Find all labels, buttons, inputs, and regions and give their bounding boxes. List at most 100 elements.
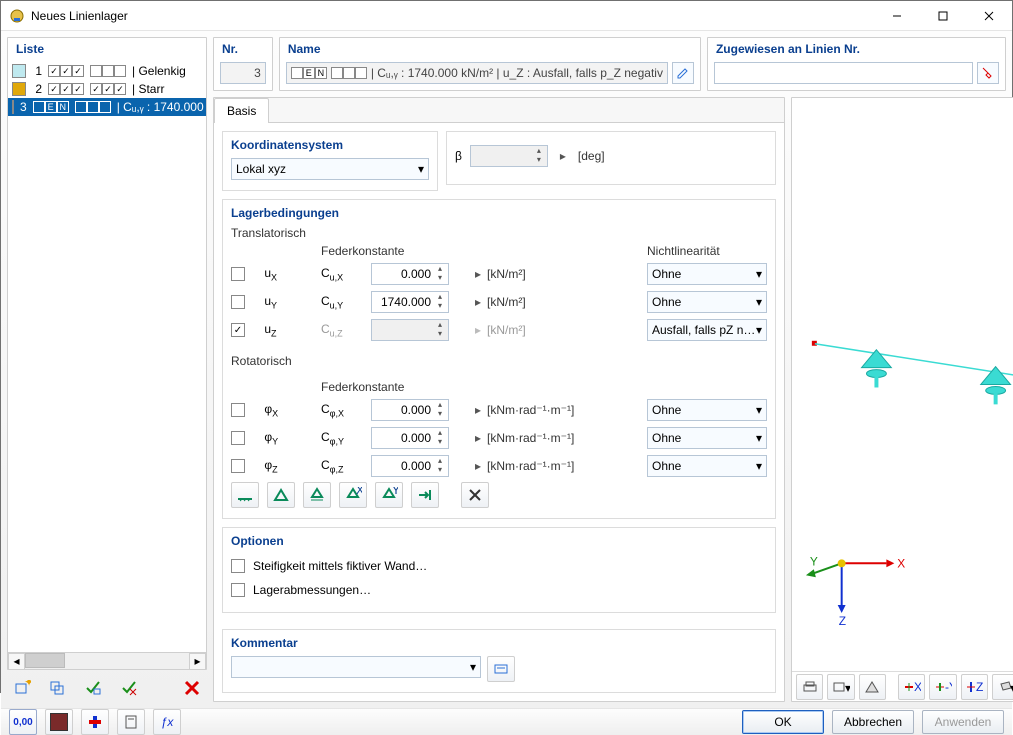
preset-clear-button[interactable]: [461, 482, 489, 508]
pick-lines-button[interactable]: [977, 62, 999, 84]
scroll-left-icon[interactable]: ◂: [8, 653, 25, 670]
nl-uy-select[interactable]: Ohne▾: [647, 291, 767, 313]
color-swatch: [12, 64, 26, 78]
cancel-button[interactable]: Abbrechen: [832, 710, 914, 734]
color-swatch: [12, 82, 26, 96]
cphix-spinner[interactable]: 0.000▴▾: [371, 399, 449, 421]
name-edit-button[interactable]: [672, 62, 694, 84]
svg-text:Y: Y: [810, 554, 818, 568]
svg-text:X: X: [897, 556, 905, 570]
nr-field[interactable]: 3: [220, 62, 266, 84]
nl-ux-select[interactable]: Ohne▾: [647, 263, 767, 285]
view-menu-button[interactable]: ▾: [827, 674, 854, 700]
phiy-checkbox[interactable]: [231, 431, 245, 445]
fx-button[interactable]: ƒx: [153, 709, 181, 735]
preset-pinned-button[interactable]: [267, 482, 295, 508]
goto-icon[interactable]: ▸: [471, 431, 485, 445]
preset-roller-y-button[interactable]: Y: [375, 482, 403, 508]
nr-panel: Nr. 3: [213, 37, 273, 91]
comment-pick-button[interactable]: [487, 656, 515, 682]
opt-fictwall-checkbox[interactable]: [231, 559, 245, 573]
cphiy-spinner[interactable]: 0.000▴▾: [371, 427, 449, 449]
form-panel: Basis Koordinatensystem Lokal xyz▾: [213, 97, 785, 702]
list-item-selected[interactable]: 3 EN | Cᵤ,ᵧ : 1740.000 kN: [8, 98, 206, 116]
assigned-panel: Zugewiesen an Linien Nr.: [707, 37, 1006, 91]
check-include-button[interactable]: [81, 676, 107, 700]
axis-z-button[interactable]: Z: [961, 674, 988, 700]
support-presets: X Y: [231, 478, 767, 508]
shade-button[interactable]: [859, 674, 886, 700]
print-preview-button[interactable]: [796, 674, 823, 700]
minimize-button[interactable]: [874, 1, 920, 31]
uy-checkbox[interactable]: [231, 295, 245, 309]
iso-view-button[interactable]: ▾: [992, 674, 1013, 700]
goto-icon[interactable]: ▸: [471, 403, 485, 417]
list-panel: Liste 1 ✓✓✓ | Gelenkig 2 ✓✓✓: [7, 37, 207, 670]
phiz-checkbox[interactable]: [231, 459, 245, 473]
color-button[interactable]: [45, 709, 73, 735]
assigned-field[interactable]: [714, 62, 973, 84]
units-button[interactable]: 0,00: [9, 709, 37, 735]
preset-roller-button[interactable]: [303, 482, 331, 508]
window-title: Neues Linienlager: [31, 9, 874, 23]
svg-text:▾: ▾: [845, 681, 850, 694]
check-exclude-button[interactable]: [117, 676, 143, 700]
scroll-right-icon[interactable]: ▸: [189, 653, 206, 670]
svg-text:Z: Z: [839, 614, 846, 628]
list-toolbar: ✦: [7, 670, 207, 702]
opt-dimensions-checkbox[interactable]: [231, 583, 245, 597]
titlebar: Neues Linienlager: [1, 1, 1012, 31]
goto-icon[interactable]: ▸: [471, 459, 485, 473]
list-hscroll[interactable]: ◂ ▸: [8, 652, 206, 669]
close-button[interactable]: [966, 1, 1012, 31]
list-item[interactable]: 2 ✓✓✓ ✓✓✓ | Starr: [8, 80, 206, 98]
apply-button: Anwenden: [922, 710, 1004, 734]
cphiz-spinner[interactable]: 0.000▴▾: [371, 455, 449, 477]
ux-checkbox[interactable]: [231, 267, 245, 281]
goto-icon[interactable]: ▸: [556, 149, 570, 163]
ok-button[interactable]: OK: [742, 710, 824, 734]
coord-system-select[interactable]: Lokal xyz▾: [231, 158, 429, 180]
new-item-button[interactable]: ✦: [9, 676, 35, 700]
comment-combo[interactable]: ▾: [231, 656, 481, 678]
maximize-button[interactable]: [920, 1, 966, 31]
info-button[interactable]: [81, 709, 109, 735]
uz-checkbox[interactable]: ✓: [231, 323, 245, 337]
svg-text:Z: Z: [976, 680, 983, 694]
nl-uz-select[interactable]: Ausfall, falls pZ n…▾: [647, 319, 767, 341]
nl-phix-select[interactable]: Ohne▾: [647, 399, 767, 421]
svg-text:✦: ✦: [24, 680, 31, 689]
support-graphic: [812, 341, 1013, 405]
nl-phiz-select[interactable]: Ohne▾: [647, 455, 767, 477]
tab-basis[interactable]: Basis: [214, 98, 269, 123]
svg-text:▾: ▾: [1010, 681, 1013, 694]
cuy-spinner[interactable]: 1740.000▴▾: [371, 291, 449, 313]
svg-text:-Y: -Y: [945, 680, 952, 694]
axis-y-button[interactable]: -Y: [929, 674, 956, 700]
preset-roller-x-button[interactable]: X: [339, 482, 367, 508]
name-panel: Name EN | Cᵤ,ᵧ : 1740.000 kN/m² | u_Z : …: [279, 37, 701, 91]
goto-icon[interactable]: ▸: [471, 267, 485, 281]
goto-icon: ▸: [471, 323, 485, 337]
axis-x-button[interactable]: X: [898, 674, 925, 700]
scroll-thumb[interactable]: [25, 653, 65, 668]
nl-phiy-select[interactable]: Ohne▾: [647, 427, 767, 449]
goto-icon[interactable]: ▸: [471, 295, 485, 309]
beta-spinner: ▴▾: [470, 145, 548, 167]
phix-checkbox[interactable]: [231, 403, 245, 417]
list-body[interactable]: 1 ✓✓✓ | Gelenkig 2 ✓✓✓ ✓✓✓ | Starr: [8, 62, 206, 652]
preview-toolbar: ▾ X -Y Z ▾ ▾: [792, 671, 1013, 701]
chevron-down-icon: ▾: [418, 162, 424, 176]
copy-item-button[interactable]: [45, 676, 71, 700]
preview-panel: X Y Z ▾: [791, 97, 1013, 702]
cuz-spinner: ▴▾: [371, 319, 449, 341]
svg-text:Y: Y: [392, 487, 398, 497]
preset-free-button[interactable]: [411, 482, 439, 508]
list-item[interactable]: 1 ✓✓✓ | Gelenkig: [8, 62, 206, 80]
library-button[interactable]: [117, 709, 145, 735]
cux-spinner[interactable]: 0.000▴▾: [371, 263, 449, 285]
delete-item-button[interactable]: [179, 676, 205, 700]
tabs: Basis: [214, 98, 784, 123]
preview-canvas[interactable]: X Y Z: [792, 98, 1013, 671]
preset-fixed-button[interactable]: [231, 482, 259, 508]
